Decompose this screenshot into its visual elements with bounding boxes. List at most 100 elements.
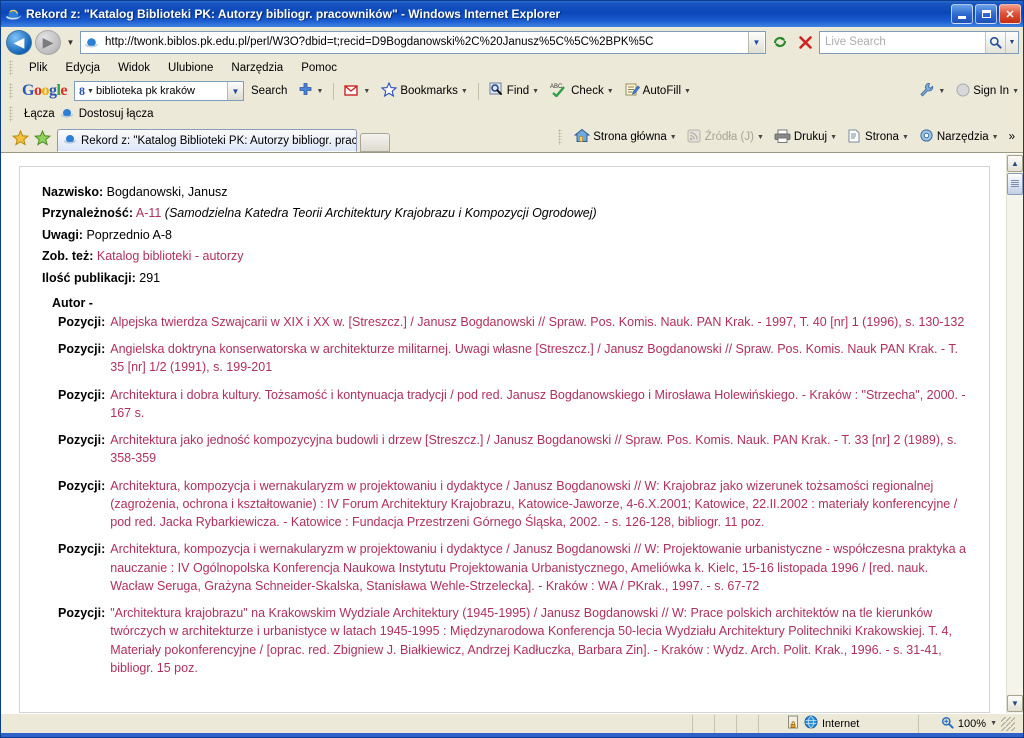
- entry-label: Pozycji:: [58, 342, 106, 357]
- command-bar-overflow-button[interactable]: »: [1005, 129, 1019, 145]
- google-signin-button[interactable]: Sign In ▼: [952, 82, 1023, 101]
- url-dropdown-icon[interactable]: ▼: [748, 31, 764, 53]
- links-bar: Łącza Dostosuj łącza: [1, 104, 1023, 124]
- chevron-down-icon[interactable]: ▼: [830, 134, 837, 141]
- menu-item-plik[interactable]: Plik: [21, 60, 56, 76]
- chevron-down-icon[interactable]: ▼: [316, 88, 323, 95]
- google-find-button[interactable]: Find ▼: [485, 81, 543, 101]
- vertical-scrollbar[interactable]: ▲ ▼: [1006, 154, 1023, 713]
- chevron-down-icon[interactable]: ▼: [532, 88, 539, 95]
- history-dropdown-icon[interactable]: ▼: [64, 38, 77, 47]
- chevron-down-icon[interactable]: ▼: [607, 88, 614, 95]
- chevron-down-icon[interactable]: ▼: [902, 134, 909, 141]
- menu-item-edycja[interactable]: Edycja: [58, 60, 109, 76]
- back-button[interactable]: ◀: [6, 29, 32, 55]
- chevron-down-icon[interactable]: ▼: [1012, 88, 1019, 95]
- tools-button[interactable]: Narzędzia ▼: [915, 126, 1003, 148]
- entry-link[interactable]: Architektura jako jedność kompozycyjna b…: [110, 431, 971, 468]
- tab-active[interactable]: Rekord z: "Katalog Biblioteki PK: Autorz…: [57, 129, 357, 152]
- chevron-down-icon[interactable]: ▼: [363, 88, 370, 95]
- links-customize-link[interactable]: Dostosuj łącza: [79, 108, 154, 120]
- scroll-down-button[interactable]: ▼: [1007, 695, 1023, 712]
- feeds-button: Źródła (J) ▼: [683, 127, 768, 148]
- chevron-down-icon[interactable]: ▼: [938, 88, 945, 95]
- menu-item-narzedzia[interactable]: Narzędzia: [223, 60, 291, 76]
- zoom-control[interactable]: 100% ▼: [918, 714, 1023, 733]
- stop-button[interactable]: [794, 31, 816, 54]
- list-item: Pozycji: Architektura, kompozycja i wern…: [42, 540, 971, 595]
- close-button[interactable]: ✕: [999, 4, 1021, 24]
- url-input[interactable]: [103, 35, 748, 49]
- menu-drag-handle[interactable]: [9, 59, 13, 76]
- google-signin-label: Sign In: [973, 85, 1010, 97]
- links-bar-drag-handle[interactable]: [9, 106, 13, 122]
- menu-item-pomoc[interactable]: Pomoc: [293, 60, 345, 76]
- field-label: Przynależność:: [42, 206, 134, 221]
- google-history-dropdown-icon[interactable]: ▼: [227, 82, 244, 100]
- entry-link[interactable]: Alpejska twierdza Szwajcarii w XIX i XX …: [110, 313, 964, 331]
- google-search-box[interactable]: 8 ▼ ▼: [74, 81, 245, 101]
- search-icon[interactable]: [985, 31, 1005, 53]
- field-label: Nazwisko:: [42, 185, 104, 199]
- google-check-button[interactable]: ABC Check ▼: [546, 81, 618, 101]
- list-item: Pozycji: Architektura, kompozycja i wern…: [42, 477, 971, 532]
- catalog-authors-link[interactable]: Katalog biblioteki - autorzy: [97, 249, 244, 263]
- command-bar-drag-handle[interactable]: [558, 129, 563, 145]
- google-settings-button[interactable]: ▼: [915, 81, 949, 101]
- entry-link[interactable]: Architektura, kompozycja i wernakularyzm…: [110, 540, 971, 595]
- menu-item-ulubione[interactable]: Ulubione: [160, 60, 221, 76]
- home-button[interactable]: Strona główna ▼: [570, 126, 680, 148]
- google-toolbar-drag-handle[interactable]: [9, 83, 13, 99]
- status-segment: [714, 714, 736, 733]
- url-bar[interactable]: ▼: [80, 30, 766, 54]
- entry-link[interactable]: Architektura, kompozycja i wernakularyzm…: [110, 477, 971, 532]
- entry-link[interactable]: Angielska doktryna konserwatorska w arch…: [110, 340, 971, 377]
- field-value-link[interactable]: A-11: [136, 206, 161, 220]
- maximize-button[interactable]: [975, 4, 997, 24]
- star-icon: [380, 81, 398, 100]
- scrollbar-track[interactable]: [1006, 195, 1023, 694]
- browser-window: Rekord z: "Katalog Biblioteki PK: Autorz…: [0, 0, 1024, 738]
- resize-grip[interactable]: [1001, 716, 1015, 731]
- chevron-down-icon[interactable]: ▼: [684, 88, 691, 95]
- print-button[interactable]: Drukuj ▼: [770, 127, 841, 148]
- favorites-center-button[interactable]: [9, 127, 31, 149]
- page-button[interactable]: Strona ▼: [843, 127, 913, 148]
- window-controls: ✕: [951, 4, 1021, 24]
- chevron-down-icon[interactable]: ▼: [670, 134, 677, 141]
- scrollbar-thumb[interactable]: [1007, 173, 1023, 195]
- chevron-down-icon[interactable]: ▼: [990, 720, 997, 727]
- page-favicon-icon: [84, 35, 99, 50]
- google-autofill-label: AutoFill: [642, 85, 682, 97]
- chevron-down-icon[interactable]: ▼: [87, 88, 94, 95]
- entry-link[interactable]: "Architektura krajobrazu" na Krakowskim …: [110, 604, 971, 677]
- menu-item-widok[interactable]: Widok: [110, 60, 158, 76]
- google-search-input[interactable]: [93, 84, 228, 98]
- google-search-button[interactable]: Search: [247, 84, 291, 98]
- field-ilosc-publikacji: Ilość publikacji: 291: [42, 269, 971, 288]
- refresh-button[interactable]: [769, 31, 791, 54]
- live-search-box[interactable]: ▼: [819, 30, 1019, 54]
- field-przynaleznosc: Przynależność: A-11 (Samodzielna Katedra…: [42, 204, 971, 223]
- status-segment: [692, 714, 714, 733]
- scroll-up-button[interactable]: ▲: [1007, 155, 1023, 172]
- gmail-icon: [344, 83, 360, 100]
- security-zone[interactable]: Internet: [758, 714, 918, 733]
- live-search-input[interactable]: [820, 35, 985, 49]
- autofill-icon: [625, 82, 640, 100]
- minimize-button[interactable]: [951, 4, 973, 24]
- google-bookmarks-button[interactable]: Bookmarks ▼: [377, 81, 471, 101]
- new-tab-button[interactable]: [360, 133, 390, 152]
- toolbar-separator: [477, 82, 479, 100]
- google-autofill-button[interactable]: AutoFill ▼: [621, 81, 695, 101]
- google-gmail-button[interactable]: ▼: [340, 82, 374, 101]
- chevron-down-icon[interactable]: ▼: [461, 88, 468, 95]
- entry-link[interactable]: Architektura i dobra kultury. Tożsamość …: [110, 386, 971, 423]
- add-to-favorites-button[interactable]: [31, 127, 53, 149]
- home-label: Strona główna: [593, 131, 667, 143]
- record-box: Nazwisko: Bogdanowski, Janusz Przynależn…: [19, 166, 990, 713]
- search-provider-dropdown-icon[interactable]: ▼: [1005, 31, 1018, 53]
- google-share-button[interactable]: ▼: [294, 81, 327, 101]
- forward-button[interactable]: ▶: [35, 29, 61, 55]
- chevron-down-icon[interactable]: ▼: [992, 134, 999, 141]
